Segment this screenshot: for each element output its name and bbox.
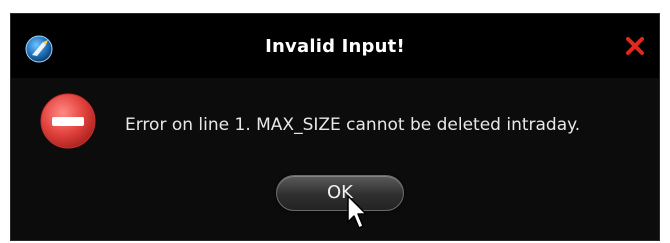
error-message: Error on line 1. MAX_SIZE cannot be dele… <box>125 115 581 135</box>
close-icon[interactable] <box>621 32 649 60</box>
error-dialog: Invalid Input! Error on line 1. MAX_SIZE… <box>10 13 660 241</box>
mouse-pointer-icon <box>347 195 367 229</box>
ok-button[interactable]: OK <box>276 175 404 211</box>
screen: Invalid Input! Error on line 1. MAX_SIZE… <box>0 0 670 243</box>
dialog-title: Invalid Input! <box>265 36 405 57</box>
error-stop-icon <box>40 93 96 149</box>
title-bar[interactable]: Invalid Input! <box>11 14 659 78</box>
dialog-body: Error on line 1. MAX_SIZE cannot be dele… <box>11 78 659 242</box>
